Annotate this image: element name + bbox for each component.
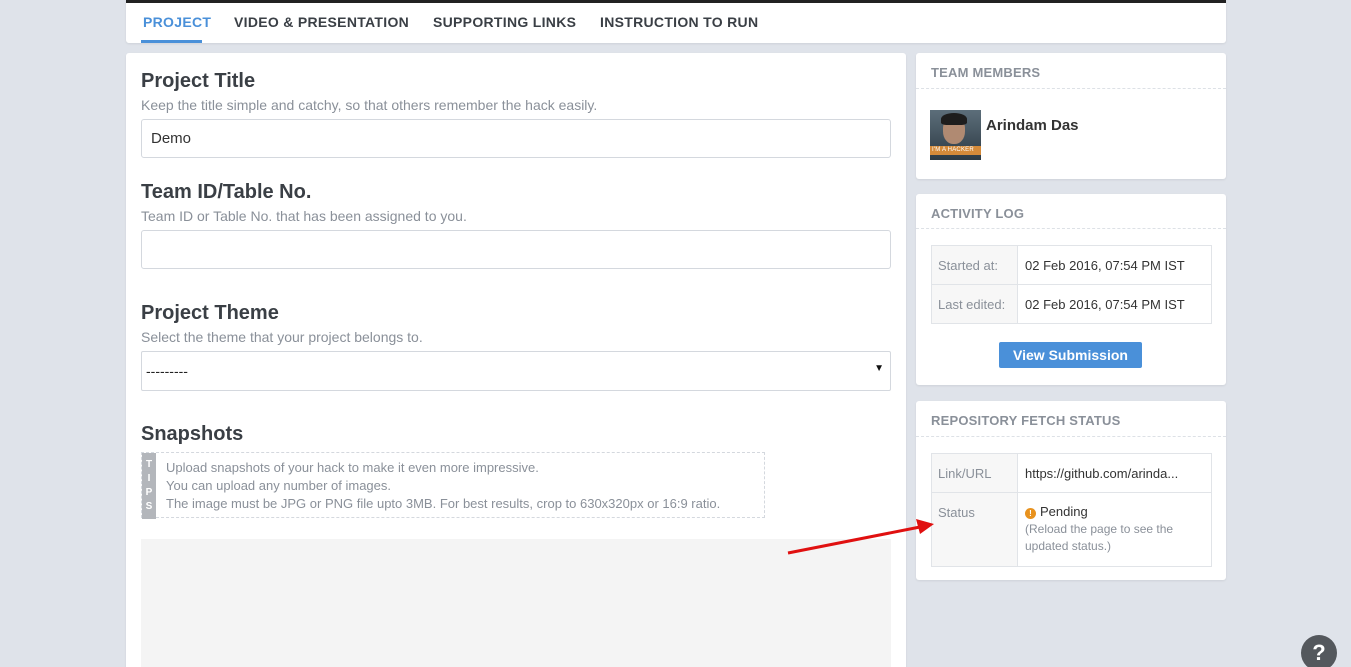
active-tab-indicator <box>141 40 202 43</box>
link-url-label: Link/URL <box>932 454 1018 492</box>
repository-status-header: REPOSITORY FETCH STATUS <box>916 401 1226 437</box>
tip-line: Upload snapshots of your hack to make it… <box>166 460 539 475</box>
repository-status-card: REPOSITORY FETCH STATUS Link/URL https:/… <box>916 401 1226 580</box>
snapshot-upload-area[interactable] <box>141 539 891 667</box>
team-id-input[interactable] <box>141 230 891 269</box>
team-id-label: Team ID/Table No. <box>141 181 312 203</box>
tab-supporting-links[interactable]: SUPPORTING LINKS <box>433 14 576 30</box>
tab-instruction-to-run[interactable]: INSTRUCTION TO RUN <box>600 14 758 30</box>
project-theme-label: Project Theme <box>141 302 279 324</box>
chevron-down-icon: ▼ <box>874 363 884 374</box>
tip-line: The image must be JPG or PNG file upto 3… <box>166 496 721 511</box>
avatar: I'M A HACKER <box>930 110 981 160</box>
table-row: Last edited: 02 Feb 2016, 07:54 PM IST <box>932 285 1211 323</box>
annotation-arrow <box>787 519 934 555</box>
team-id-help: Team ID or Table No. that has been assig… <box>141 208 467 224</box>
tip-line: You can upload any number of images. <box>166 478 392 493</box>
repository-status-table: Link/URL https://github.com/arinda... St… <box>931 453 1212 567</box>
tips-label: TIPS <box>142 453 156 519</box>
tab-project[interactable]: PROJECT <box>143 14 211 30</box>
project-form-card: Project Title Keep the title simple and … <box>126 53 906 667</box>
project-theme-select[interactable]: --------- ▼ <box>141 351 891 391</box>
table-row: Started at: 02 Feb 2016, 07:54 PM IST <box>932 246 1211 285</box>
repository-link[interactable]: https://github.com/arinda... <box>1018 454 1211 481</box>
activity-log-table: Started at: 02 Feb 2016, 07:54 PM IST La… <box>931 245 1212 324</box>
snapshot-tips: TIPS Upload snapshots of your hack to ma… <box>141 452 765 519</box>
view-submission-button[interactable]: View Submission <box>999 342 1142 368</box>
help-button[interactable]: ? <box>1301 635 1337 667</box>
status-note: (Reload the page to see the updated stat… <box>1025 522 1174 553</box>
warning-icon: ! <box>1025 508 1036 519</box>
started-at-label: Started at: <box>932 246 1018 284</box>
status-label: Status <box>932 493 1018 566</box>
tab-video-presentation[interactable]: VIDEO & PRESENTATION <box>234 14 409 30</box>
team-members-card: TEAM MEMBERS I'M A HACKER Arindam Das <box>916 53 1226 179</box>
project-title-help: Keep the title simple and catchy, so tha… <box>141 97 598 113</box>
table-row: Status ! Pending (Reload the page to see … <box>932 493 1211 566</box>
member-name: Arindam Das <box>986 117 1079 134</box>
project-theme-help: Select the theme that your project belon… <box>141 329 423 345</box>
last-edited-value: 02 Feb 2016, 07:54 PM IST <box>1025 297 1185 312</box>
tips-label-text: TIPS <box>145 459 153 512</box>
status-badge: Pending <box>1040 504 1088 519</box>
last-edited-label: Last edited: <box>932 285 1018 323</box>
team-members-header: TEAM MEMBERS <box>916 53 1226 89</box>
avatar-caption: I'M A HACKER <box>930 146 981 155</box>
snapshots-label: Snapshots <box>141 423 244 445</box>
tab-bar: PROJECT VIDEO & PRESENTATION SUPPORTING … <box>126 0 1226 43</box>
activity-log-header: ACTIVITY LOG <box>916 194 1226 229</box>
activity-log-card: ACTIVITY LOG Started at: 02 Feb 2016, 07… <box>916 194 1226 385</box>
project-title-label: Project Title <box>141 70 256 92</box>
started-at-value: 02 Feb 2016, 07:54 PM IST <box>1025 258 1185 273</box>
project-title-input[interactable] <box>141 119 891 158</box>
project-theme-selected-value: --------- <box>146 363 188 379</box>
table-row: Link/URL https://github.com/arinda... <box>932 454 1211 493</box>
status-value-cell: ! Pending (Reload the page to see the upd… <box>1018 493 1211 555</box>
